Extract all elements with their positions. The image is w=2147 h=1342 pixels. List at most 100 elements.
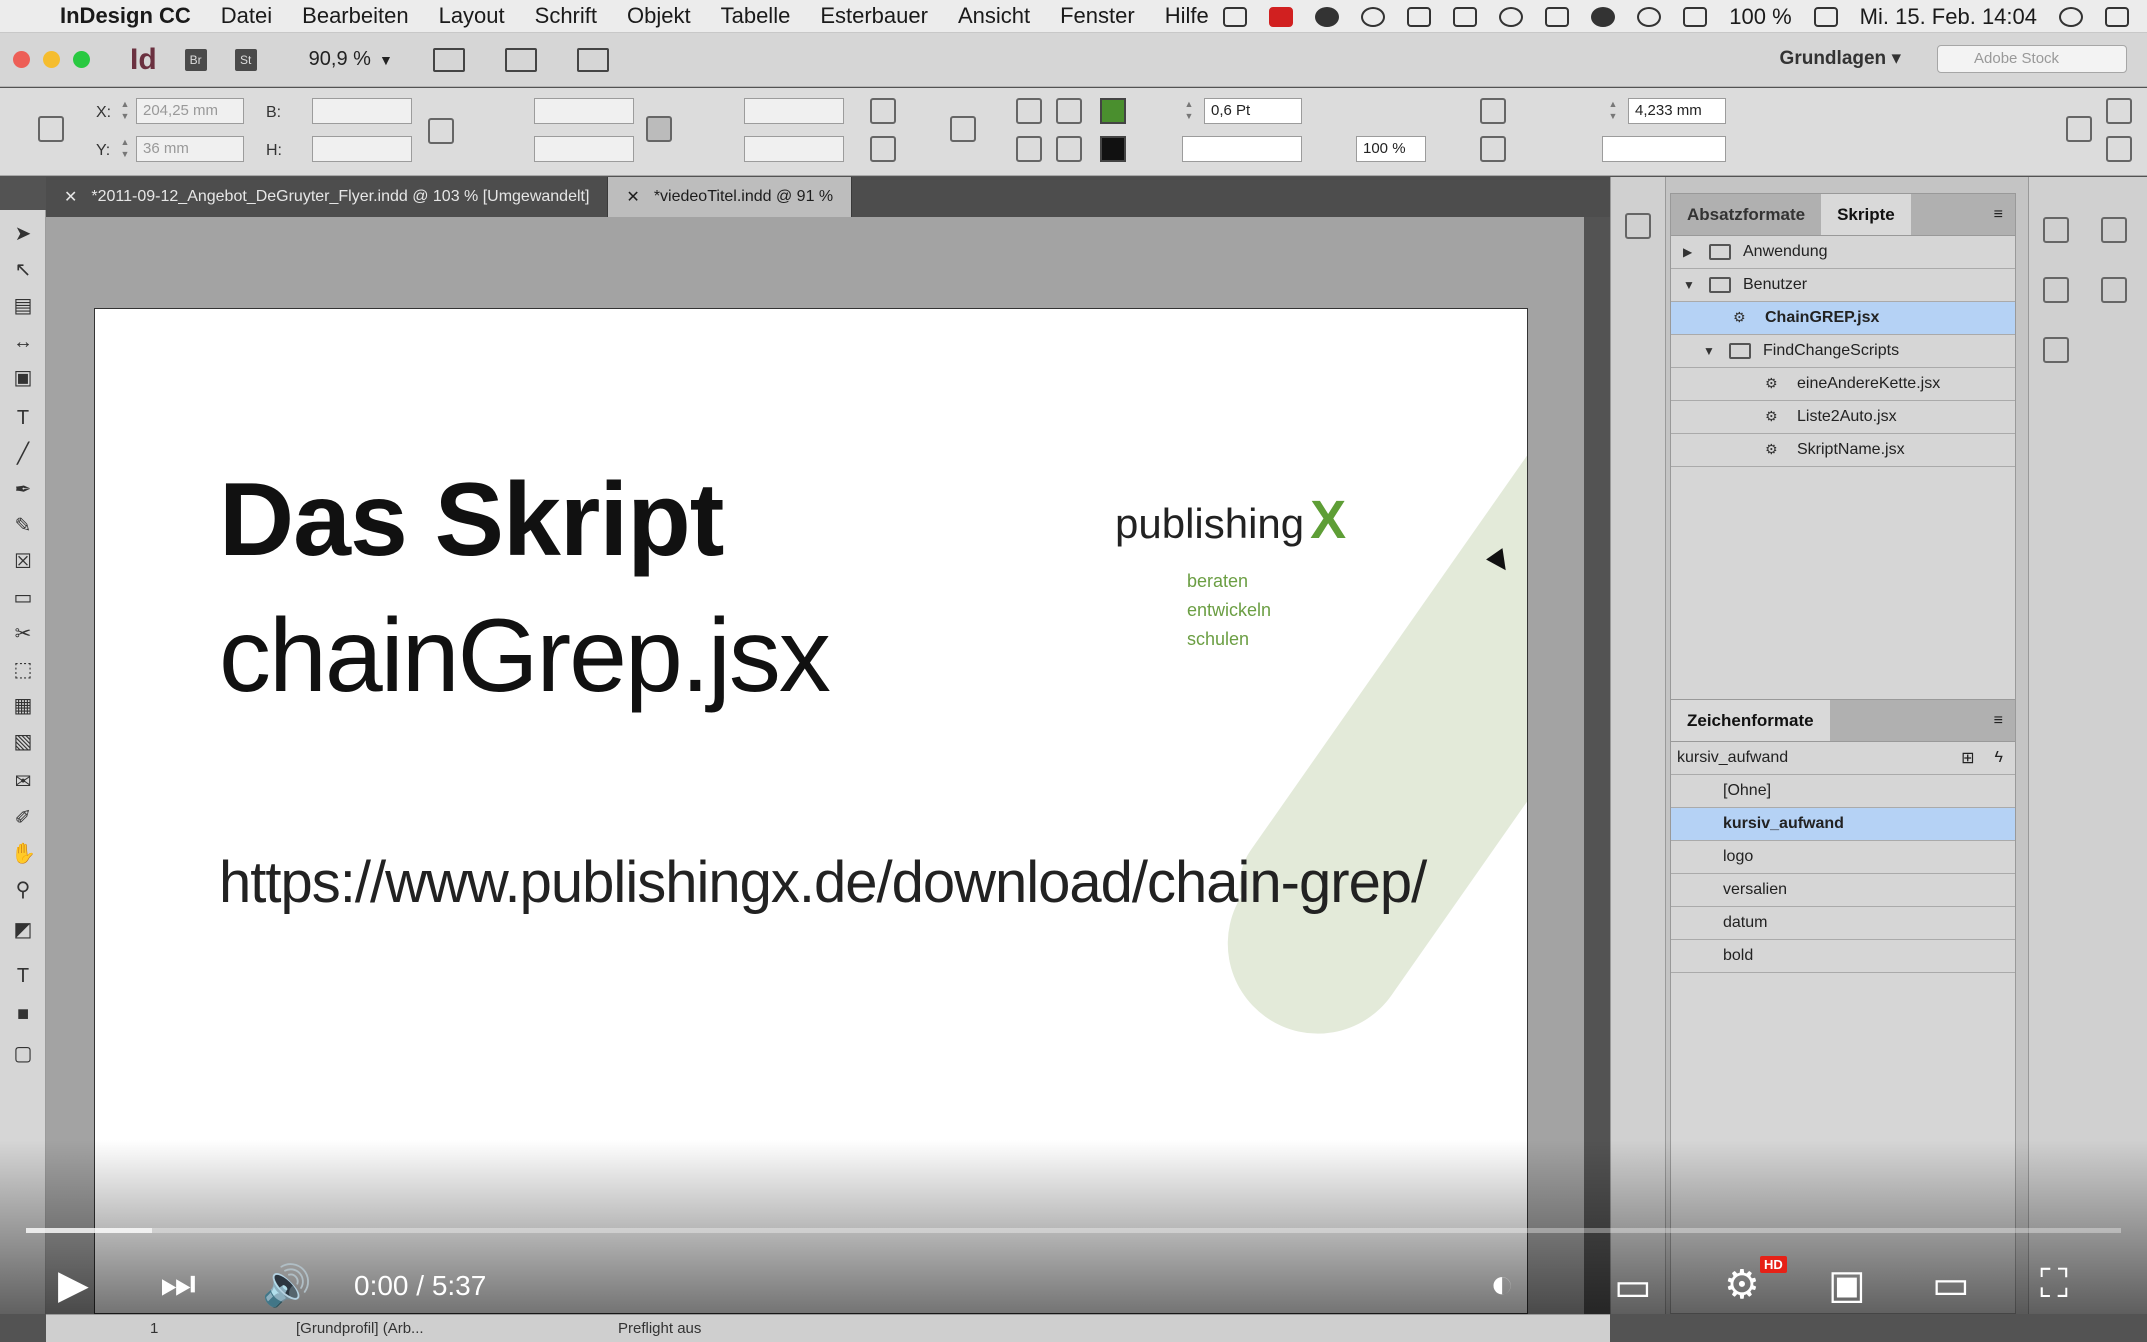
menu-objekt[interactable]: Objekt <box>627 3 691 29</box>
flip-horizontal-icon[interactable] <box>870 136 896 162</box>
tab-zeichenformate[interactable]: Zeichenformate <box>1671 700 1830 741</box>
free-transform-tool-icon[interactable]: ⬚ <box>11 658 35 682</box>
zoom-level[interactable]: 90,9 % ▼ <box>309 48 393 71</box>
gap-tool-icon[interactable]: ↔ <box>11 330 35 354</box>
scissors-tool-icon[interactable]: ✂ <box>11 622 35 646</box>
close-tab-icon[interactable]: ✕ <box>626 187 639 207</box>
autoplay-toggle[interactable]: ◐ <box>1490 1262 1514 1307</box>
sync-icon[interactable] <box>1591 6 1616 27</box>
text-wrap-icon[interactable] <box>1480 98 1506 124</box>
reference-point-icon[interactable] <box>38 116 64 142</box>
message-icon[interactable] <box>1499 6 1524 27</box>
layers-icon[interactable] <box>1625 213 1651 239</box>
quick-apply-icon[interactable] <box>2066 116 2092 142</box>
stroke-type-select[interactable] <box>1182 136 1302 162</box>
opacity-field[interactable]: 100 % <box>1356 136 1426 162</box>
video-progress-bar[interactable] <box>26 1228 2121 1233</box>
script-folder-benutzer[interactable]: ▼ Benutzer <box>1671 269 2015 302</box>
x-stepper[interactable]: ▲ ▼ <box>118 98 132 124</box>
scale-y-field[interactable] <box>534 136 634 162</box>
select-container-icon[interactable] <box>1016 98 1042 124</box>
paragraph-icon[interactable] <box>950 116 976 142</box>
links-icon[interactable] <box>2043 277 2069 303</box>
zoom-window-button[interactable] <box>73 51 90 68</box>
menu-schrift[interactable]: Schrift <box>535 3 597 29</box>
panel-settings-icon[interactable] <box>2106 98 2132 124</box>
tag-icon[interactable] <box>1223 6 1248 27</box>
notification-center-icon[interactable] <box>2105 6 2129 27</box>
minimize-window-button[interactable] <box>43 51 60 68</box>
gradient-swatch-tool-icon[interactable]: ▦ <box>11 694 35 718</box>
line-tool-icon[interactable]: ╱ <box>11 442 35 466</box>
x-field[interactable]: 204,25 mm <box>136 98 244 124</box>
volume-icon[interactable]: 🔊 <box>262 1262 312 1309</box>
menu-tabelle[interactable]: Tabelle <box>721 3 791 29</box>
close-window-button[interactable] <box>13 51 30 68</box>
script-item-eineanderekette[interactable]: ⚙ eineAndereKette.jsx <box>1671 368 2015 401</box>
fullscreen-icon[interactable]: ⛶ <box>2040 1262 2068 1307</box>
tools-icon[interactable] <box>1407 6 1432 27</box>
rotate-cw-icon[interactable] <box>870 98 896 124</box>
eyedropper-tool-icon[interactable]: ✐ <box>11 806 35 830</box>
panel-menu-icon[interactable] <box>2106 136 2132 162</box>
menu-fenster[interactable]: Fenster <box>1060 3 1135 29</box>
formatting-affects-icon[interactable]: T <box>11 964 35 988</box>
menu-bearbeiten[interactable]: Bearbeiten <box>302 3 408 29</box>
gradient-feather-tool-icon[interactable]: ▧ <box>11 730 35 754</box>
char-style-datum[interactable]: datum <box>1671 907 2015 940</box>
pen-tool-icon[interactable]: ✒ <box>11 478 35 502</box>
keyboard-icon[interactable] <box>1453 6 1478 27</box>
app-menu[interactable]: InDesign CC <box>60 3 191 29</box>
hyperlinks-icon[interactable] <box>2101 217 2127 243</box>
theater-mode-icon[interactable]: ▭ <box>1932 1262 1970 1308</box>
adobe-stock-search[interactable]: Adobe Stock <box>1937 45 2127 73</box>
creative-cloud-icon[interactable] <box>1315 6 1340 27</box>
pages-icon[interactable] <box>2043 217 2069 243</box>
menu-esterbauer[interactable]: Esterbauer <box>820 3 928 29</box>
shear-field[interactable] <box>744 136 844 162</box>
script-folder-anwendung[interactable]: ▶ Anwendung <box>1671 236 2015 269</box>
menu-datei[interactable]: Datei <box>221 3 272 29</box>
stock-button[interactable]: St <box>234 48 257 71</box>
align-icon[interactable] <box>1480 136 1506 162</box>
screen-mode-icon[interactable] <box>504 47 537 72</box>
heading-bold[interactable]: Das Skript <box>219 461 724 580</box>
disclosure-open-icon[interactable]: ▼ <box>1703 344 1717 358</box>
tab-document-videotitel[interactable]: ✕ *viedeoTitel.indd @ 91 % <box>608 177 853 217</box>
width-field[interactable] <box>312 98 412 124</box>
tab-document-flyer[interactable]: ✕ *2011-09-12_Angebot_DeGruyter_Flyer.in… <box>46 177 609 217</box>
stroke-swatch[interactable] <box>1100 136 1126 162</box>
select-content-icon[interactable] <box>1016 136 1042 162</box>
frame-style-select[interactable] <box>1602 136 1726 162</box>
menu-layout[interactable]: Layout <box>439 3 505 29</box>
type-tool-icon[interactable]: T <box>11 406 35 430</box>
workspace-switcher[interactable]: Grundlagen ▾ <box>1780 47 1901 70</box>
direct-selection-tool-icon[interactable]: ↖ <box>11 258 35 282</box>
disclosure-closed-icon[interactable]: ▶ <box>1683 245 1697 259</box>
script-item-skriptname[interactable]: ⚙ SkriptName.jsx <box>1671 434 2015 467</box>
char-style-bold[interactable]: bold <box>1671 940 2015 973</box>
selection-tool-icon[interactable]: ➤ <box>11 222 35 246</box>
next-icon[interactable]: ⏭ <box>160 1262 196 1307</box>
page-tool-icon[interactable]: ▤ <box>11 294 35 318</box>
page-number[interactable]: 1 <box>150 1320 158 1337</box>
book-icon[interactable] <box>2101 277 2127 303</box>
content-collector-icon[interactable]: ▣ <box>11 366 35 390</box>
hand-tool-icon[interactable]: ✋ <box>11 842 36 866</box>
bridge-button[interactable]: Br <box>184 48 207 71</box>
char-style-kursiv-aufwand[interactable]: kursiv_aufwand <box>1671 808 2015 841</box>
new-style-icon[interactable]: ⊞ <box>1961 748 1974 768</box>
scale-x-field[interactable] <box>534 98 634 124</box>
panel-menu-icon[interactable]: ≡ <box>1994 194 2015 235</box>
screen-mode-icon[interactable]: ▢ <box>11 1042 35 1066</box>
panel-menu-icon[interactable]: ≡ <box>1994 700 2015 741</box>
y-stepper[interactable]: ▲ ▼ <box>118 136 132 162</box>
offset-stepper[interactable]: ▲ ▼ <box>1606 98 1620 124</box>
close-tab-icon[interactable]: ✕ <box>64 187 77 207</box>
menu-hilfe[interactable]: Hilfe <box>1165 3 1209 29</box>
menu-ansicht[interactable]: Ansicht <box>958 3 1030 29</box>
height-field[interactable] <box>312 136 412 162</box>
stroke-weight-stepper[interactable]: ▲ ▼ <box>1182 98 1196 124</box>
clock[interactable]: Mi. 15. Feb. 14:04 <box>1860 4 2037 30</box>
note-tool-icon[interactable]: ✉ <box>11 770 35 794</box>
